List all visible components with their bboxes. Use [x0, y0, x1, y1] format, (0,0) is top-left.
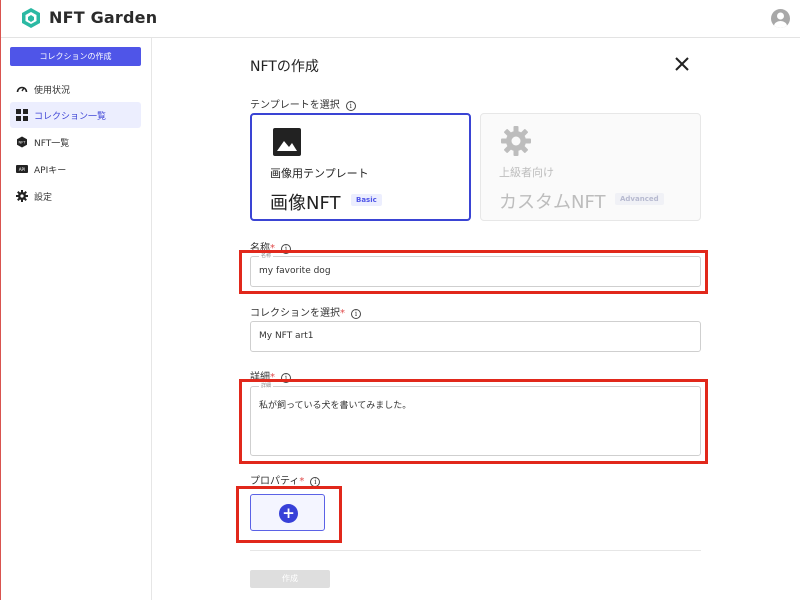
- sidebar-item-label: コレクション一覧: [34, 112, 107, 122]
- gear-icon: [501, 126, 531, 156]
- sidebar-item-label: APIキー: [34, 166, 67, 176]
- highlight-box-detail: [239, 379, 708, 464]
- logo-icon[interactable]: [20, 7, 42, 29]
- create-button[interactable]: 作成: [250, 570, 330, 588]
- close-icon[interactable]: [673, 55, 691, 73]
- template-card-basic[interactable]: 画像用テンプレート 画像NFT Basic: [250, 113, 471, 221]
- info-icon[interactable]: i: [351, 309, 361, 319]
- template-card-advanced[interactable]: 上級者向け カスタムNFT Advanced: [480, 113, 701, 221]
- grid-icon: [16, 109, 28, 121]
- nft-hex-icon: NFT: [17, 136, 27, 148]
- template-name: 画像NFT: [270, 193, 341, 214]
- create-collection-button[interactable]: コレクションの作成: [10, 47, 141, 66]
- window-edge: [0, 0, 1, 600]
- api-icon: API: [16, 165, 28, 173]
- template-badge: Advanced: [615, 193, 664, 205]
- sidebar: コレクションの作成 使用状況 コレクション一覧 NFT NFT一覧 API AP…: [0, 38, 152, 600]
- sidebar-item-label: NFT一覧: [34, 139, 70, 149]
- svg-text:API: API: [19, 167, 26, 172]
- image-icon: [273, 128, 301, 156]
- collection-select[interactable]: My NFT art1: [250, 321, 701, 352]
- user-icon: [774, 12, 787, 28]
- divider: [250, 550, 701, 551]
- sidebar-item-nft-list[interactable]: NFT NFT一覧: [10, 129, 141, 155]
- highlight-box-property: [236, 486, 342, 543]
- required-mark: *: [340, 308, 345, 319]
- sidebar-item-usage[interactable]: 使用状況: [10, 76, 141, 102]
- avatar[interactable]: [771, 9, 790, 28]
- sidebar-item-settings[interactable]: 設定: [10, 183, 141, 209]
- template-subtitle: 画像用テンプレート: [270, 167, 369, 180]
- sidebar-item-label: 設定: [34, 193, 53, 203]
- template-badge: Basic: [351, 194, 382, 206]
- sidebar-item-label: 使用状況: [34, 86, 71, 96]
- gear-icon: [16, 190, 28, 202]
- collection-label-text: コレクションを選択: [250, 308, 340, 319]
- property-label: プロパティ* i: [250, 472, 321, 487]
- collection-value[interactable]: My NFT art1: [259, 331, 314, 341]
- collection-label: コレクションを選択* i: [250, 304, 361, 319]
- info-icon[interactable]: i: [345, 101, 356, 111]
- gauge-icon: [16, 86, 28, 93]
- template-subtitle: 上級者向け: [499, 166, 554, 179]
- highlight-box-name: [239, 250, 708, 294]
- sidebar-item-api-keys[interactable]: API APIキー: [10, 156, 141, 182]
- template-label-text: テンプレートを選択: [250, 100, 340, 111]
- svg-text:NFT: NFT: [19, 141, 27, 145]
- app-header: NFT Garden: [0, 0, 800, 38]
- brand-name[interactable]: NFT Garden: [49, 8, 157, 27]
- template-label: テンプレートを選択 i: [250, 96, 356, 111]
- template-name: カスタムNFT: [499, 192, 606, 213]
- page-title: NFTの作成: [250, 59, 319, 75]
- sidebar-item-collections[interactable]: コレクション一覧: [10, 102, 141, 128]
